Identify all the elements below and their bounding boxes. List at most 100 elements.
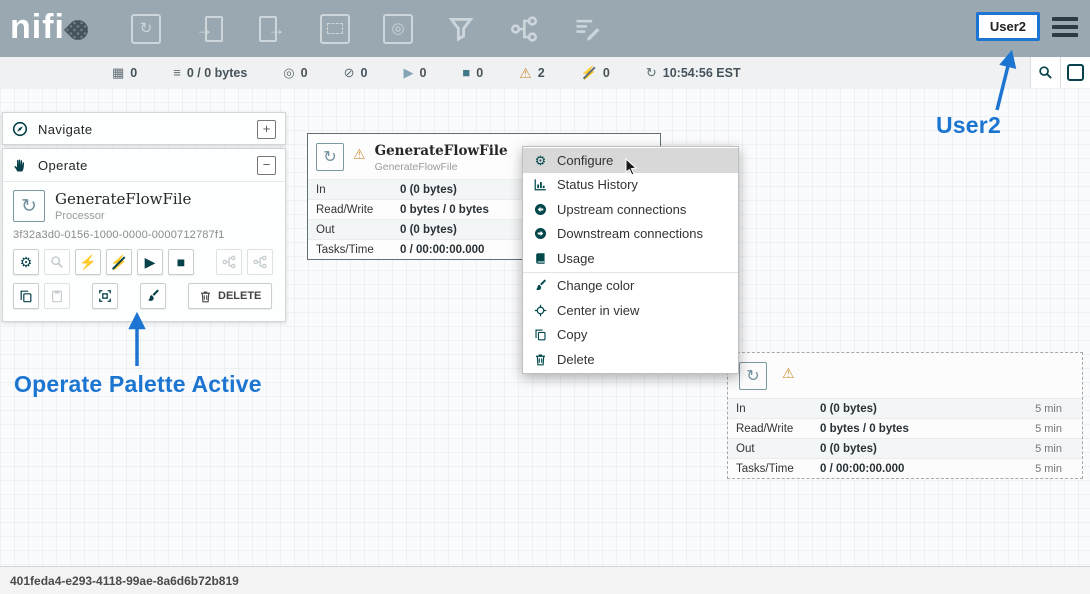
- component-toolbar: ↻ → → ◎: [128, 0, 605, 57]
- start-button[interactable]: ▶: [137, 249, 163, 275]
- remote-circle-icon: ◎: [391, 21, 404, 36]
- crosshair-icon: [533, 304, 548, 317]
- enable-button[interactable]: ⚡: [75, 249, 101, 275]
- threads-grid-icon: ▦: [112, 66, 124, 79]
- input-port-component-icon[interactable]: →: [191, 11, 227, 47]
- transmitting-icon: ◎: [283, 66, 294, 79]
- paste-icon: [50, 289, 64, 303]
- delete-button[interactable]: DELETE: [188, 283, 272, 309]
- lightning-slash-icon: ⚡: [110, 254, 127, 271]
- user2-annotation: User2: [936, 112, 1001, 139]
- global-menu-button[interactable]: [1052, 17, 1078, 41]
- group-button[interactable]: [92, 283, 118, 309]
- operate-header[interactable]: Operate −: [3, 149, 285, 182]
- navigate-header[interactable]: Navigate +: [3, 113, 285, 145]
- status-refresh[interactable]: ↻ 10:54:56 EST: [646, 66, 741, 80]
- menu-item-label: Usage: [557, 251, 595, 266]
- queued-count: 0 / 0 bytes: [187, 66, 247, 80]
- top-toolbar: nifi ↻ → → ◎: [0, 0, 1090, 57]
- expand-button[interactable]: +: [257, 120, 276, 139]
- template-component-icon[interactable]: [506, 11, 542, 47]
- flow-canvas[interactable]: ↻ ⚠ In 0 (0 bytes) 5 min Read/Write 0 by…: [0, 88, 1090, 566]
- group-selection-icon: [98, 289, 112, 303]
- operate-button-row-2: DELETE: [3, 275, 285, 309]
- refresh-time: 10:54:56 EST: [663, 66, 741, 80]
- stat-row: Tasks/Time 0 / 00:00:00.000 5 min: [728, 458, 1082, 478]
- outline-panel-button[interactable]: [1060, 57, 1090, 88]
- search-related-button[interactable]: [44, 249, 70, 275]
- menu-item-label: Upstream connections: [557, 202, 686, 217]
- downstream-icon: [533, 227, 548, 240]
- menu-item-downstream-connections[interactable]: Downstream connections: [523, 222, 738, 247]
- change-color-button[interactable]: [140, 283, 166, 309]
- stat-window: 5 min: [1035, 463, 1074, 475]
- chart-icon: [533, 178, 548, 191]
- paste-button[interactable]: [44, 283, 70, 309]
- refresh-icon: ↻: [646, 66, 657, 79]
- nifi-logo: nifi: [10, 8, 88, 46]
- search-button[interactable]: [1030, 57, 1060, 88]
- create-template-button[interactable]: [216, 249, 242, 275]
- processor-component-icon[interactable]: ↻: [128, 11, 164, 47]
- running-count: 0: [419, 66, 426, 80]
- upstream-icon: [533, 203, 548, 216]
- status-running: ▶ 0: [403, 66, 426, 80]
- menu-item-label: Change color: [557, 278, 634, 293]
- stat-value: 0 (0 bytes): [400, 184, 457, 196]
- invalid-count: 2: [538, 66, 545, 80]
- menu-item-usage[interactable]: Usage: [523, 246, 738, 271]
- menu-item-configure[interactable]: ⚙ Configure: [523, 148, 738, 173]
- flow-id: 401feda4-e293-4118-99ae-8a6d6b72b819: [10, 574, 239, 588]
- footer-bar: 401feda4-e293-4118-99ae-8a6d6b72b819: [0, 566, 1090, 594]
- process-group-component-icon[interactable]: [317, 11, 353, 47]
- operate-palette-annotation: Operate Palette Active: [14, 371, 262, 398]
- menu-item-center-in-view[interactable]: Center in view: [523, 298, 738, 323]
- not-transmitting-icon: ⊘: [344, 66, 355, 79]
- menu-item-upstream-connections[interactable]: Upstream connections: [523, 197, 738, 222]
- remote-process-group-component-icon[interactable]: ◎: [380, 11, 416, 47]
- search-icon: [50, 255, 64, 269]
- stat-label: Out: [316, 224, 400, 236]
- trash-icon: [199, 290, 212, 303]
- label-component-icon[interactable]: [569, 11, 605, 47]
- copy-button[interactable]: [13, 283, 39, 309]
- stat-label: Read/Write: [736, 423, 820, 435]
- funnel-component-icon[interactable]: [443, 11, 479, 47]
- output-port-component-icon[interactable]: →: [254, 11, 290, 47]
- nifi-app: nifi ↻ → → ◎: [0, 0, 1090, 594]
- menu-item-copy[interactable]: Copy: [523, 323, 738, 348]
- funnel-icon: [447, 15, 475, 43]
- stat-value: 0 bytes / 0 bytes: [820, 423, 909, 435]
- menu-item-delete[interactable]: Delete: [523, 347, 738, 372]
- menu-item-label: Copy: [557, 327, 587, 342]
- stop-button[interactable]: ■: [168, 249, 194, 275]
- menu-item-change-color[interactable]: Change color: [523, 274, 738, 299]
- status-stopped: ■ 0: [462, 66, 483, 80]
- user-button[interactable]: User2: [976, 12, 1040, 41]
- selected-component: ↻ GenerateFlowFile Processor: [3, 182, 285, 222]
- upload-template-button[interactable]: [247, 249, 273, 275]
- search-icon: [1038, 65, 1053, 80]
- menu-item-label: Downstream connections: [557, 226, 703, 241]
- stat-row: Read/Write 0 bytes / 0 bytes 5 min: [728, 418, 1082, 438]
- status-active-threads: ▦ 0: [112, 66, 137, 80]
- navigate-title: Navigate: [38, 122, 247, 137]
- paintbrush-icon: [146, 289, 160, 303]
- stat-row: In 0 (0 bytes) 5 min: [728, 398, 1082, 418]
- menu-item-label: Status History: [557, 177, 638, 192]
- processor-loop-icon: ↻: [316, 143, 344, 171]
- selected-component-id: 3f32a3d0-0156-1000-0000-0000712787f1: [3, 222, 285, 241]
- disable-button[interactable]: ⚡: [106, 249, 132, 275]
- stat-value: 0 (0 bytes): [820, 443, 877, 455]
- gear-icon: ⚙: [20, 254, 33, 271]
- navigate-panel: Navigate +: [2, 112, 286, 145]
- stat-label: Out: [736, 443, 820, 455]
- queued-list-icon: ≡: [173, 66, 181, 79]
- copy-icon: [533, 328, 548, 341]
- template-upload-icon: [253, 255, 267, 269]
- status-not-transmitting: ⊘ 0: [344, 66, 368, 80]
- collapse-button[interactable]: −: [257, 156, 276, 175]
- stop-icon: ■: [177, 254, 185, 270]
- arrow-right-icon: →: [268, 20, 286, 38]
- configure-button[interactable]: ⚙: [13, 249, 39, 275]
